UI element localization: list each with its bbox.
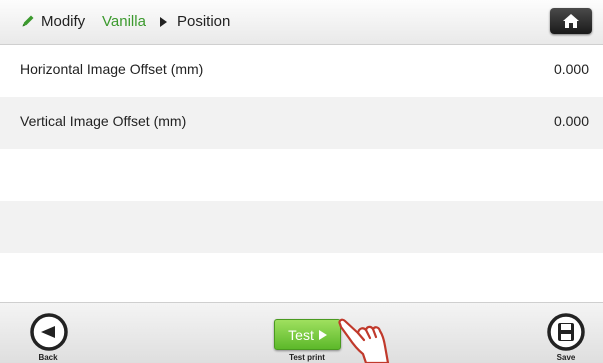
floppy-disk-icon	[547, 313, 585, 351]
play-icon	[318, 330, 327, 341]
setting-label: Vertical Image Offset (mm)	[20, 113, 187, 129]
header-bar: Modify Vanilla Position	[0, 0, 603, 45]
setting-label: Horizontal Image Offset (mm)	[20, 61, 204, 77]
triangle-right-icon	[160, 17, 167, 27]
save-button[interactable]	[545, 311, 587, 353]
breadcrumb-modify: Modify	[41, 13, 86, 30]
empty-row	[0, 253, 603, 302]
pointing-hand-icon	[338, 318, 390, 363]
position-settings-screen: Modify Vanilla Position Horizontal Image…	[0, 0, 603, 363]
setting-row-vertical-offset[interactable]: Vertical Image Offset (mm) 0.000	[0, 97, 603, 149]
home-icon	[563, 14, 579, 28]
test-button-label: Test	[288, 326, 314, 343]
test-print-label: Test print	[289, 353, 325, 362]
back-button[interactable]	[28, 311, 70, 353]
save-label: Save	[556, 353, 576, 362]
test-print-button[interactable]: Test	[274, 319, 341, 350]
breadcrumb-section: Position	[177, 13, 231, 30]
arrow-left-circle-icon	[30, 313, 68, 351]
pencil-icon	[22, 15, 34, 27]
empty-row	[0, 149, 603, 201]
setting-value[interactable]: 0.000	[554, 61, 589, 77]
home-button[interactable]	[550, 8, 592, 34]
breadcrumb-recipe-name[interactable]: Vanilla	[102, 12, 146, 32]
back-label: Back	[38, 353, 58, 362]
setting-value[interactable]: 0.000	[554, 113, 589, 129]
setting-row-horizontal-offset[interactable]: Horizontal Image Offset (mm) 0.000	[0, 45, 603, 97]
footer-toolbar: Back Test Test print Save	[0, 302, 603, 363]
empty-row	[0, 201, 603, 253]
